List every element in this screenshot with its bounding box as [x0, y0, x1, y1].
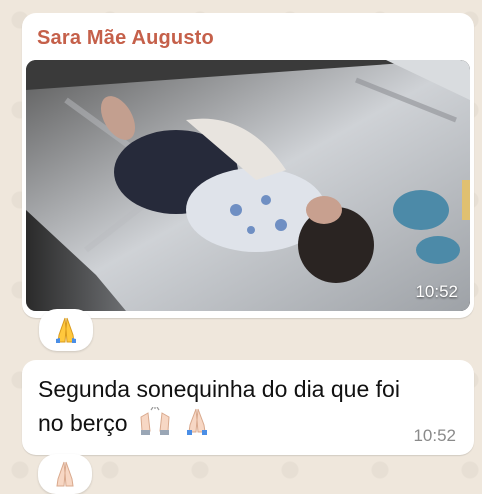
folded-hands-icon	[56, 461, 74, 487]
message-photo[interactable]: 10:52	[26, 60, 470, 311]
message-timestamp: 10:52	[413, 426, 456, 445]
text-message-bubble[interactable]: Segunda sonequinha do dia que foi no ber…	[22, 360, 474, 455]
folded-hands-icon	[56, 317, 76, 343]
folded-hands-icon	[182, 407, 212, 444]
reaction-badge[interactable]	[39, 309, 93, 351]
reaction-badge[interactable]	[38, 454, 92, 494]
sender-name[interactable]: Sara Mãe Augusto	[37, 27, 214, 50]
message-text: Segunda sonequinha do dia que foi no ber…	[38, 376, 400, 436]
media-timestamp: 10:52	[415, 282, 458, 301]
message-text-container: Segunda sonequinha do dia que foi no ber…	[38, 372, 418, 444]
media-message-bubble[interactable]: Sara Mãe Augusto 10:52	[22, 13, 474, 318]
raising-hands-icon	[138, 406, 172, 444]
sleeping-baby-in-crib-photo	[26, 60, 470, 311]
